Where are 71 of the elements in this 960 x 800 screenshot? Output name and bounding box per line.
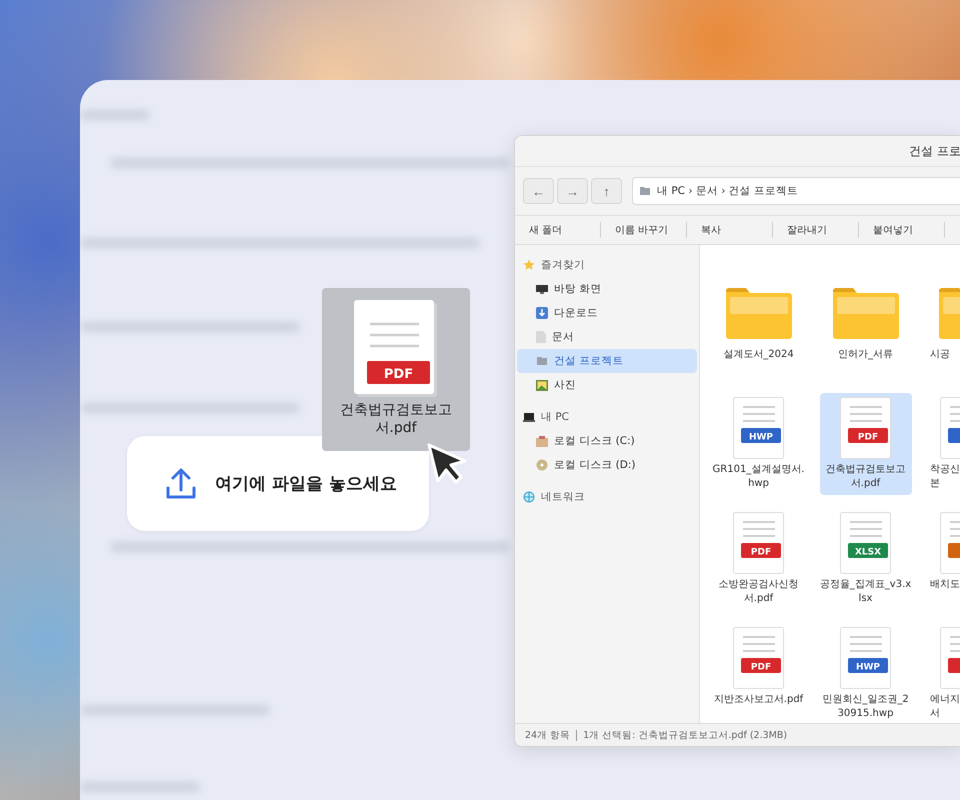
file-tile[interactable]: PDF 소방완공검사신청서.pdf (712, 508, 804, 610)
sidebar-item[interactable]: 로컬 디스크 (D:) (517, 453, 697, 477)
document-icon: PDF (838, 396, 892, 460)
file-tile[interactable]: 에너지 서 (930, 623, 960, 723)
file-name: GR101_설계설명서.hwp (712, 463, 804, 491)
file-name: 인허가_서류 (838, 348, 893, 362)
document-icon: PDF (732, 511, 786, 575)
item-count: 24개 항목 (525, 728, 570, 742)
star-icon (523, 259, 535, 271)
file-name: 소방완공검사신청서.pdf (718, 578, 800, 606)
sidebar-item[interactable]: 내 PC (517, 405, 697, 429)
file-name: 에너지 서 (930, 693, 960, 721)
drive-icon (536, 436, 548, 446)
document-icon: HWP (838, 626, 892, 690)
navigation-button[interactable]: ↑ (591, 178, 622, 204)
sidebar-item[interactable]: 사진 (517, 373, 697, 397)
file-name: 건축법규검토보고서.pdf (339, 401, 453, 437)
document-icon: HWP (732, 396, 786, 460)
folder-icon (639, 186, 651, 196)
sidebar-item[interactable]: 건설 프로젝트 (517, 349, 697, 373)
document-icon: PDF (732, 626, 786, 690)
document-icon: PDF (354, 300, 438, 398)
dragged-file[interactable]: PDF 건축법규검토보고서.pdf (322, 288, 470, 451)
file-tile[interactable]: 설계도서_2024 (712, 278, 804, 366)
sidebar-item[interactable]: 네트워크 (517, 485, 697, 509)
file-name: 공정율_집계표_v3.xlsx (820, 578, 912, 606)
file-tile[interactable]: HWP 민원회신_일조권_230915.hwp (820, 623, 912, 723)
navigation-button[interactable]: → (557, 178, 588, 204)
file-tile[interactable]: XLSX 공정율_집계표_v3.xlsx (820, 508, 912, 610)
sidebar-item[interactable]: 바탕 화면 (517, 277, 697, 301)
globe-icon (523, 491, 535, 503)
file-tile[interactable]: 착공신 본 (930, 393, 960, 495)
command-button[interactable]: 붙여넣기 (859, 222, 945, 238)
file-name: 지반조사보고서.pdf (714, 693, 804, 707)
selection-info: 1개 선택됨: 건축법규검토보고서.pdf (2.3MB) (583, 728, 788, 742)
window-title: 건설 프로 (909, 142, 960, 160)
folder-icon (832, 287, 898, 339)
blurred-line (80, 110, 150, 120)
file-tile[interactable]: HWP GR101_설계설명서.hwp (712, 393, 804, 495)
command-button[interactable]: 복사 (687, 222, 773, 238)
folder-icon (536, 356, 548, 366)
navigation-button[interactable]: ← (523, 178, 554, 204)
download-icon (536, 307, 548, 319)
command-button[interactable]: 이름 바꾸기 (601, 222, 687, 238)
drop-zone-label: 여기에 파일을 놓으세요 (215, 473, 397, 495)
file-name: 시공 (930, 348, 950, 362)
drop-zone[interactable]: 여기에 파일을 놓으세요 (127, 436, 429, 531)
document-icon: XLSX (838, 511, 892, 575)
sidebar-item[interactable]: 즐겨찾기 (517, 253, 697, 277)
file-name: 민원회신_일조권_230915.hwp (821, 693, 910, 721)
file-name: 착공신 본 (930, 463, 960, 491)
disc-icon (536, 459, 548, 471)
picture-icon (536, 380, 548, 390)
sidebar-item[interactable]: 다운로드 (517, 301, 697, 325)
command-button[interactable]: 잘라내기 (773, 222, 859, 238)
computer-icon (523, 412, 535, 422)
file-tile[interactable]: PDF 건축법규검토보고서.pdf (820, 393, 912, 495)
file-tile[interactable]: 시공 (930, 278, 960, 366)
file-name: 배치도 (930, 578, 960, 592)
file-tile[interactable]: 인허가_서류 (820, 278, 912, 366)
address-bar[interactable]: 내 PC › 문서 › 건설 프로젝트 (632, 177, 960, 205)
file-name: 건축법규검토보고서.pdf (824, 463, 906, 491)
sidebar-item[interactable]: 문서 (517, 325, 697, 349)
file-tile[interactable]: PDF 지반조사보고서.pdf (712, 623, 804, 711)
command-button[interactable]: 새 폴더 (515, 222, 601, 238)
file-name: 설계도서_2024 (723, 348, 794, 362)
folder-icon (726, 287, 792, 339)
monitor-icon (536, 284, 548, 294)
document-icon (536, 331, 546, 343)
file-tile[interactable]: 배치도 (930, 508, 960, 596)
sidebar-item[interactable]: 로컬 디스크 (C:) (517, 429, 697, 453)
